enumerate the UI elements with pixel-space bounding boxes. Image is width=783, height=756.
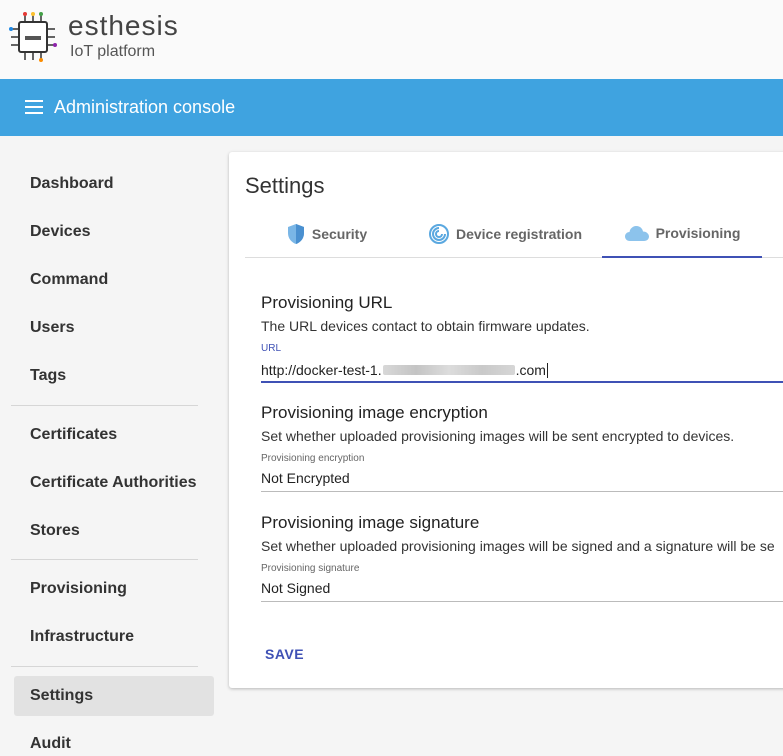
save-button[interactable]: SAVE [265, 643, 304, 665]
brand-name: esthesis [68, 10, 179, 41]
provisioning-signature-title: Provisioning image signature [261, 513, 480, 532]
url-field-label: URL [261, 343, 282, 354]
sidebar-item-audit[interactable]: Audit [14, 724, 214, 756]
provisioning-encryption-description: Set whether uploaded provisioning images… [261, 428, 735, 444]
sidebar-item-provisioning[interactable]: Provisioning [14, 569, 214, 609]
brand-header: esthesis IoT platform [0, 0, 783, 79]
sidebar-item-settings[interactable]: Settings [14, 676, 214, 716]
provisioning-encryption-title: Provisioning image encryption [261, 403, 488, 422]
url-value-suffix: .com [515, 362, 546, 378]
url-field-underline [261, 381, 783, 383]
encryption-field-label: Provisioning encryption [261, 453, 365, 464]
provisioning-url-title: Provisioning URL [261, 293, 393, 312]
cloud-icon [624, 225, 649, 241]
sidebar-divider [11, 559, 198, 560]
encryption-select[interactable]: Not Encrypted [261, 466, 783, 490]
url-value-prefix: http://docker-test-1. [261, 362, 382, 378]
sidebar-item-tags[interactable]: Tags [14, 356, 214, 396]
tab-provisioning[interactable]: Provisioning [602, 209, 762, 258]
tab-label: Security [311, 225, 368, 242]
tab-label: Device registration [455, 225, 583, 242]
app-bar: Administration console [0, 79, 783, 136]
sidebar-divider [11, 405, 198, 406]
app-bar-title: Administration console [54, 97, 236, 117]
tab-security[interactable]: Security [245, 209, 408, 258]
sidebar-nav: Dashboard Devices Command Users Tags Cer… [0, 136, 228, 756]
tab-label: Provisioning [655, 224, 741, 241]
text-caret [546, 362, 548, 378]
shield-icon [287, 223, 304, 244]
encryption-field-underline [261, 491, 783, 492]
sidebar-item-stores[interactable]: Stores [14, 511, 214, 551]
fingerprint-icon [428, 223, 449, 244]
tab-device-registration[interactable]: Device registration [408, 209, 602, 258]
sidebar-item-command[interactable]: Command [14, 260, 214, 300]
sidebar-item-certificate-authorities[interactable]: Certificate Authorities [14, 463, 214, 503]
settings-tabs: Security Device registration Provisionin… [245, 209, 783, 258]
signature-select[interactable]: Not Signed [261, 576, 783, 600]
provisioning-signature-description: Set whether uploaded provisioning images… [261, 538, 775, 554]
brand-subtitle: IoT platform [70, 43, 156, 60]
sidebar-item-infrastructure[interactable]: Infrastructure [14, 617, 214, 657]
sidebar-item-users[interactable]: Users [14, 308, 214, 348]
sidebar-item-devices[interactable]: Devices [14, 212, 214, 252]
chip-logo-icon [9, 12, 57, 62]
sidebar-divider [11, 666, 198, 667]
sidebar-item-dashboard[interactable]: Dashboard [14, 164, 214, 204]
page-title: Settings [245, 173, 325, 198]
redacted-hostname [382, 365, 515, 375]
sidebar-item-certificates[interactable]: Certificates [14, 415, 214, 455]
url-input[interactable]: http://docker-test-1. .com [261, 358, 548, 382]
hamburger-menu-icon[interactable] [25, 100, 43, 114]
signature-field-underline [261, 601, 783, 602]
signature-field-label: Provisioning signature [261, 563, 360, 574]
settings-card: Settings Security Device registration Pr… [229, 152, 783, 688]
provisioning-url-description: The URL devices contact to obtain firmwa… [261, 318, 590, 334]
